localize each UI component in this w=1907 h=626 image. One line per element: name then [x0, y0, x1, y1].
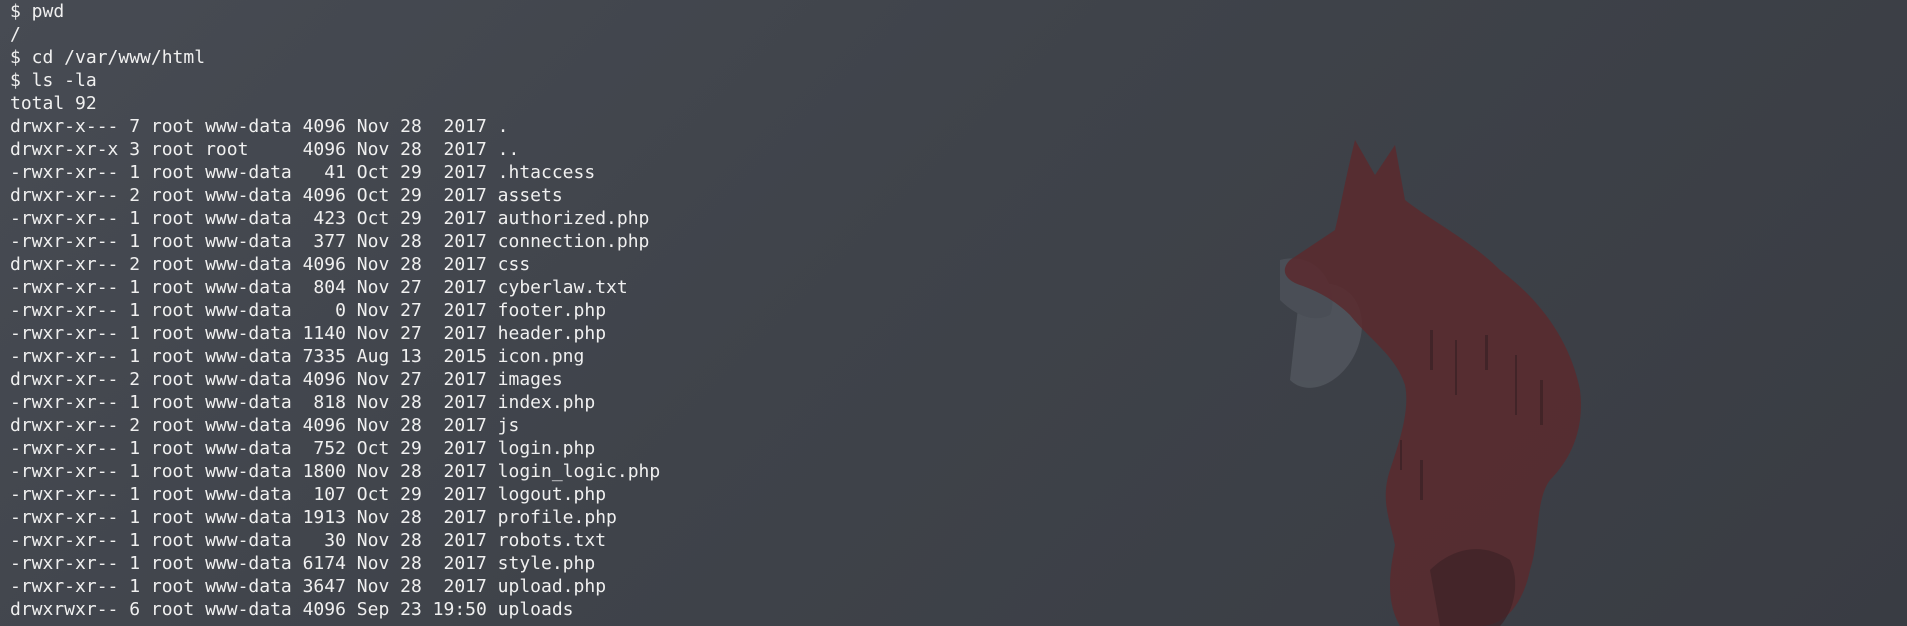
terminal-line: drwxr-xr-- 2 root www-data 4096 Oct 29 2… [10, 185, 563, 206]
terminal-line: -rwxr-xr-- 1 root www-data 818 Nov 28 20… [10, 392, 596, 413]
terminal-line: -rwxr-xr-- 1 root www-data 377 Nov 28 20… [10, 231, 650, 252]
terminal-line: $ pwd [10, 1, 65, 22]
terminal-line: drwxr-x--- 7 root www-data 4096 Nov 28 2… [10, 116, 509, 137]
terminal-line: -rwxr-xr-- 1 root www-data 423 Oct 29 20… [10, 208, 650, 229]
terminal-line: $ ls -la [10, 70, 97, 91]
terminal-line: -rwxr-xr-- 1 root www-data 30 Nov 28 201… [10, 530, 607, 551]
terminal-line: drwxr-xr-- 2 root www-data 4096 Nov 28 2… [10, 254, 531, 275]
terminal-line: drwxr-xr-- 2 root www-data 4096 Nov 27 2… [10, 369, 563, 390]
terminal-line: -rwxr-xr-- 1 root www-data 752 Oct 29 20… [10, 438, 596, 459]
terminal-line: -rwxr-xr-- 1 root www-data 7335 Aug 13 2… [10, 346, 585, 367]
terminal-line: -rwxr-xr-- 1 root www-data 804 Nov 27 20… [10, 277, 628, 298]
terminal-line: -rwxr-xr-- 1 root www-data 1913 Nov 28 2… [10, 507, 617, 528]
terminal-line: $ cd /var/www/html [10, 47, 206, 68]
terminal-line: -rwxr-xr-- 1 root www-data 41 Oct 29 201… [10, 162, 596, 183]
terminal-line: -rwxr-xr-- 1 root www-data 6174 Nov 28 2… [10, 553, 596, 574]
terminal-line: / [10, 24, 21, 45]
terminal-line: total 92 [10, 93, 97, 114]
terminal-line: drwxr-xr-- 2 root www-data 4096 Nov 28 2… [10, 415, 520, 436]
terminal-output: $ pwd / $ cd /var/www/html $ ls -la total 92… [0, 0, 1907, 621]
terminal-line: -rwxr-xr-- 1 root www-data 1800 Nov 28 2… [10, 461, 661, 482]
terminal-window[interactable]: $ pwd / $ cd /var/www/html $ ls -la total 92… [0, 0, 1907, 626]
terminal-line: drwxr-xr-x 3 root root 4096 Nov 28 2017 … [10, 139, 520, 160]
terminal-line: drwxrwxr-- 6 root www-data 4096 Sep 23 1… [10, 599, 574, 620]
terminal-line: -rwxr-xr-- 1 root www-data 3647 Nov 28 2… [10, 576, 607, 597]
terminal-line: -rwxr-xr-- 1 root www-data 107 Oct 29 20… [10, 484, 607, 505]
terminal-line: -rwxr-xr-- 1 root www-data 0 Nov 27 2017… [10, 300, 607, 321]
terminal-line: -rwxr-xr-- 1 root www-data 1140 Nov 27 2… [10, 323, 607, 344]
